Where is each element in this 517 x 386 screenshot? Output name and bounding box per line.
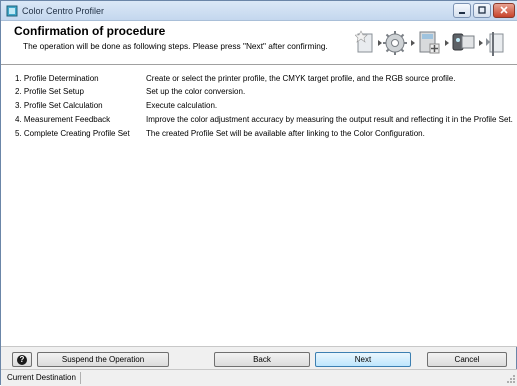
step-description: Create or select the printer profile, th… [146,74,456,83]
help-icon: ? [17,354,27,365]
step-name: 4. Measurement Feedback [15,115,111,124]
step-name: 5. Complete Creating Profile Set [15,129,130,138]
gear-icon [383,31,407,55]
arrow-icon [378,40,382,46]
wizard-header: Confirmation of procedure The operation … [1,21,517,65]
app-icon [6,5,18,17]
wizard-steps-icons [355,30,504,56]
profile-icon [355,30,373,53]
maximize-button[interactable] [473,3,491,18]
arrow-icon [445,40,449,46]
title-bar[interactable]: Color Centro Profiler [1,1,517,21]
next-button[interactable]: Next [315,352,411,367]
arrow-icon [411,40,415,46]
step-description: Execute calculation. [146,101,218,110]
minimize-button[interactable] [453,3,471,18]
measurement-icon [452,33,475,51]
back-button[interactable]: Back [214,352,310,367]
maximize-icon [478,6,486,14]
status-current-destination: Current Destination [3,372,81,384]
step-description: Improve the color adjustment accuracy by… [146,115,513,124]
close-icon [500,6,508,14]
window-title: Color Centro Profiler [22,6,105,16]
arrow-icon [479,40,483,46]
cancel-button[interactable]: Cancel [427,352,507,367]
status-bar: Current Destination [1,369,517,386]
resize-grip-icon[interactable] [506,374,516,384]
calculator-icon [419,31,440,54]
step-description: Set up the color conversion. [146,87,246,96]
app-window: Color Centro Profiler Confirmation of pr… [0,0,517,386]
step-name: 1. Profile Determination [15,74,99,83]
step-name: 2. Profile Set Setup [15,87,84,96]
minimize-icon [459,11,465,14]
procedure-list: 1. Profile Determination Create or selec… [1,65,517,347]
close-button[interactable] [493,3,515,18]
step-description: The created Profile Set will be availabl… [146,129,425,138]
page-title: Confirmation of procedure [14,24,166,38]
step-name: 3. Profile Set Calculation [15,101,103,110]
help-button[interactable]: ? [12,352,32,367]
page-subtitle: The operation will be done as following … [23,41,328,51]
profile-set-icon [486,32,504,56]
suspend-operation-button[interactable]: Suspend the Operation [37,352,169,367]
